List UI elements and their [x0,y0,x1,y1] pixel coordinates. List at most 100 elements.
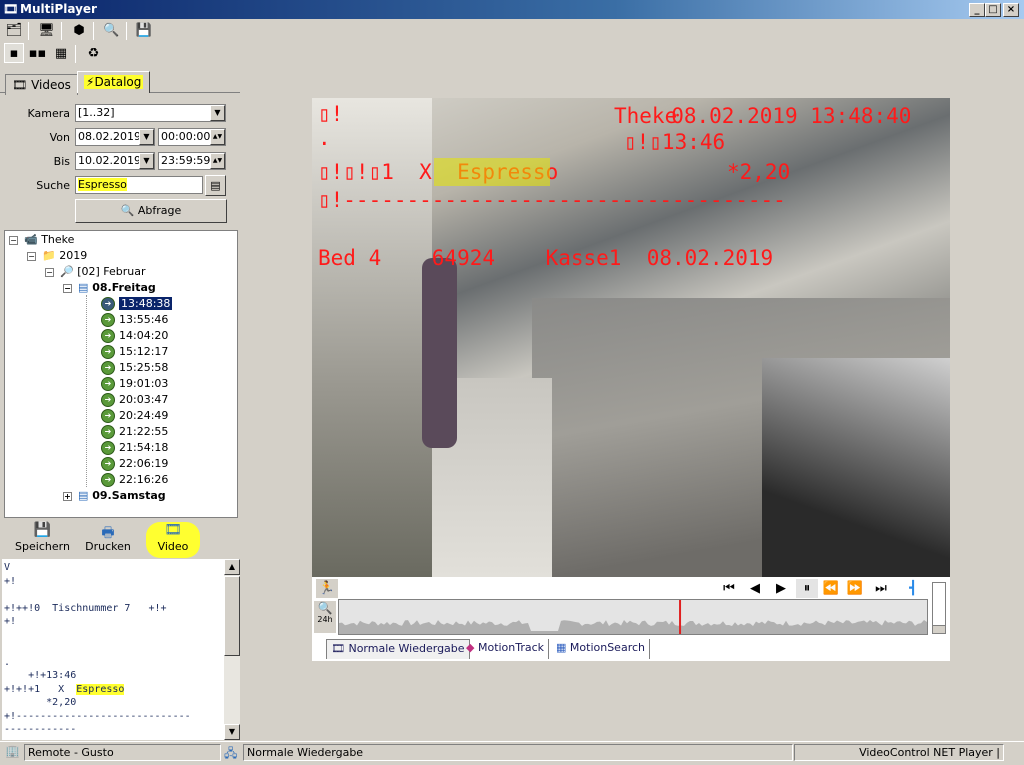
tree-folders-icon[interactable]: 🗂 [4,21,24,41]
play-record-icon: ➔ [101,409,115,423]
tree-node-time[interactable]: ➔ 19:01:03 [101,376,168,392]
tree-node-root[interactable]: − 📹 Theke [9,232,74,248]
toolbar-row-1: 🗂 🖥 ⬢ 🔍 💾 [4,21,154,41]
recycle-bin-icon[interactable]: ♻ [84,44,104,64]
suche-label: Suche [36,179,70,192]
von-time-field[interactable]: 00:00:00 ▲▼ [158,128,226,146]
tab-normale-wiedergabe[interactable]: 🎞 Normale Wiedergabe [326,639,470,659]
log-text[interactable]: V +! +!++!0 Tischnummer 7 +!+ +! . +!+13:4… [2,559,224,740]
tab-datalog[interactable]: ⚡Datalog [77,71,151,93]
cameras-icon[interactable]: ⬢ [69,21,89,41]
video-button[interactable]: 🎞 Video [146,522,200,558]
query-button[interactable]: 🔍 Abfrage [75,199,227,223]
folder-icon: 📁 [42,249,56,262]
scroll-thumb[interactable] [224,576,240,656]
log-line: +! [4,575,17,587]
tree-node-time[interactable]: ➔ 22:16:26 [101,472,168,488]
tab-motionsearch[interactable]: ▦ MotionSearch [552,639,650,659]
tree-node-time[interactable]: ➔ 20:03:47 [101,392,168,408]
search-zoom-icon[interactable]: 🔍 [102,21,122,41]
log-toolbar: 💾 Speichern 🖶 Drucken 🎞 Video [0,520,240,558]
save-icon[interactable]: 💾 [134,21,154,41]
play-record-icon: ➔ [101,457,115,471]
log-line: . [4,656,11,668]
printer-icon: 🖶 [101,525,115,541]
close-button[interactable]: × [1003,3,1019,17]
tree-node-time[interactable]: ➔ 15:12:17 [101,344,168,360]
spinner-icon: ▲▼ [210,129,225,145]
tab-motiontrack[interactable]: ◆ MotionTrack [462,639,550,659]
video-frame[interactable]: ▯! . ▯!▯!▯1 X Espresso ▯!---------------… [312,98,950,577]
rewind-button[interactable]: ⏪ [820,579,842,598]
play-record-icon: ➔ [101,377,115,391]
bis-time-field[interactable]: 23:59:59 ▲▼ [158,152,226,170]
play-button[interactable]: ▶ [770,579,792,598]
step-back-button[interactable]: ◀ [744,579,766,598]
tree-node-time[interactable]: ➔ 15:25:58 [101,360,168,376]
floppy-icon: 💾 [33,522,52,538]
fast-forward-button[interactable]: ⏩ [844,579,866,598]
skip-start-button[interactable]: ⏮ [718,579,740,598]
chevron-down-icon: ▼ [139,129,154,145]
status-connection: Remote - Gusto [24,744,221,761]
tree-node-time[interactable]: ➔ 22:06:19 [101,456,168,472]
motiontrack-icon: ◆ [466,641,475,654]
tree-node-time[interactable]: ➔ 13:48:38 [101,296,174,312]
bis-date-field[interactable]: 10.02.2019 ▼ [75,152,155,170]
range-24h-button[interactable]: 🔍 24h [314,601,336,633]
tree-node-day[interactable]: − ▤ 08.Freitag [63,280,156,296]
tree-node-time[interactable]: ➔ 21:22:55 [101,424,168,440]
minimize-button[interactable]: _ [969,3,985,17]
window-title: MultiPlayer [20,2,97,16]
status-mode: Normale Wiedergabe [243,744,793,761]
log-line: +! [4,616,17,627]
layout-quad-icon[interactable]: ▦ [51,44,71,64]
kamera-label: Kamera [27,107,70,120]
document-icon: ▤ [78,489,89,502]
log-highlight: Espresso [76,683,125,695]
tree-node-time[interactable]: ➔ 21:54:18 [101,440,168,456]
pause-button[interactable]: ⏸ [796,579,818,598]
tree-node-time[interactable]: ➔ 14:04:20 [101,328,168,344]
save-button[interactable]: 💾 Speichern [10,522,75,558]
speed-slider-icon[interactable]: ┫ [902,579,924,598]
layout-double-icon[interactable]: ▪▪ [28,44,48,64]
play-record-icon: ➔ [101,361,115,375]
skip-end-button[interactable]: ⏭ [870,579,892,598]
document-icon[interactable]: ▤ [205,175,226,196]
server-icon: 🏢 [5,744,20,758]
timeline[interactable] [338,599,928,635]
von-date-field[interactable]: 08.02.2019 ▼ [75,128,155,146]
datalog-tree: − 📹 Theke − 📁 2019 − 🔎 [02] Februar − ▤ 08.F… [4,230,238,518]
magnifier-icon: 🔍 [120,204,135,217]
log-line: +!+13:46 [4,670,77,681]
motion-runner-icon[interactable]: 🏃 [316,579,338,598]
film-reel-icon: 🎞 [331,642,345,655]
tree-node-time[interactable]: ➔ 13:55:46 [101,312,168,328]
camera-icon: 📹 [24,233,38,246]
scroll-up-icon: ▲ [224,559,240,575]
film-reel-icon: 🎞 [12,78,32,92]
play-record-icon: ➔ [101,329,115,343]
layout-single-icon[interactable]: ▪ [4,43,24,63]
tree-node-month[interactable]: − 🔎 [02] Februar [45,264,146,280]
maximize-button[interactable]: □ [985,3,1001,17]
network-computer-icon[interactable]: 🖥 [37,21,57,41]
spinner-icon: ▲▼ [210,153,225,169]
tree-node-day[interactable]: + ▤ 09.Samstag [63,488,166,504]
kamera-select[interactable]: [1..32] ▼ [75,104,226,122]
play-record-icon: ➔ [101,313,115,327]
log-scrollbar[interactable]: ▲ ▼ [224,559,240,740]
network-icon: 🖧 [224,746,238,760]
search-input[interactable]: Espresso [75,176,203,194]
volume-slider[interactable] [932,582,946,634]
tree-node-time[interactable]: ➔ 20:24:49 [101,408,168,424]
print-button[interactable]: 🖶 Drucken [80,522,136,558]
play-record-icon: ➔ [101,425,115,439]
tree-node-year[interactable]: − 📁 2019 [27,248,87,264]
tab-videos[interactable]: 🎞 Videos [5,74,78,95]
play-record-icon: ➔ [101,473,115,487]
